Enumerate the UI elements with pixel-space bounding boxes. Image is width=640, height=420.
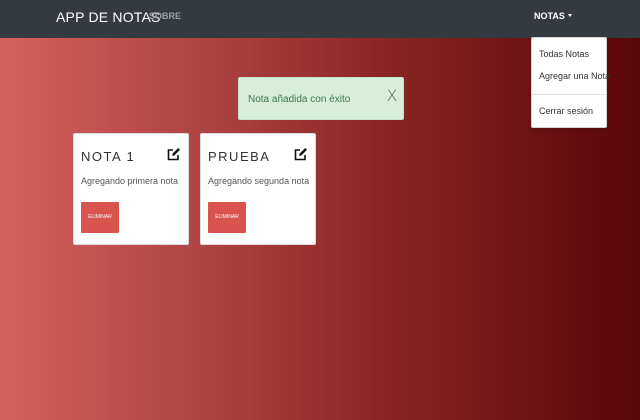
edit-icon[interactable]: [167, 147, 181, 161]
note-title: NOTA 1: [81, 149, 136, 164]
note-title: PRUEBA: [208, 149, 271, 164]
success-alert: Nota añadida con éxito: [238, 77, 404, 120]
note-card: NOTA 1 Agregando primera nota ELIMINAR: [73, 133, 189, 245]
top-navbar: APP DE NOTAS SOBRE NOTAS: [0, 0, 640, 38]
delete-note-button[interactable]: ELIMINAR: [81, 202, 119, 233]
note-card: PRUEBA Agregando segunda nota ELIMINAR: [200, 133, 316, 245]
notas-dropdown-label: NOTAS: [534, 11, 565, 21]
caret-down-icon: [567, 14, 572, 17]
delete-note-button[interactable]: ELIMINAR: [208, 202, 246, 233]
alert-message: Nota añadida con éxito: [248, 94, 351, 105]
notas-dropdown-menu: Todas Notas Agregar una Nota Cerrar sesi…: [531, 37, 610, 128]
nav-link-sobre[interactable]: SOBRE: [149, 11, 181, 21]
note-body: Agregando primera nota: [81, 176, 179, 186]
alert-close-button[interactable]: X: [386, 88, 398, 104]
dropdown-item-todas-notas[interactable]: Todas Notas: [539, 49, 589, 59]
edit-icon[interactable]: [294, 147, 308, 161]
dropdown-divider: [532, 94, 606, 95]
dropdown-item-agregar-nota[interactable]: Agregar una Nota: [539, 71, 610, 81]
note-body: Agregando segunda nota: [208, 176, 310, 186]
dropdown-item-cerrar-sesion[interactable]: Cerrar sesión: [539, 106, 593, 116]
notas-dropdown-toggle[interactable]: NOTAS: [534, 11, 572, 21]
app-brand-link[interactable]: APP DE NOTAS: [56, 9, 161, 25]
